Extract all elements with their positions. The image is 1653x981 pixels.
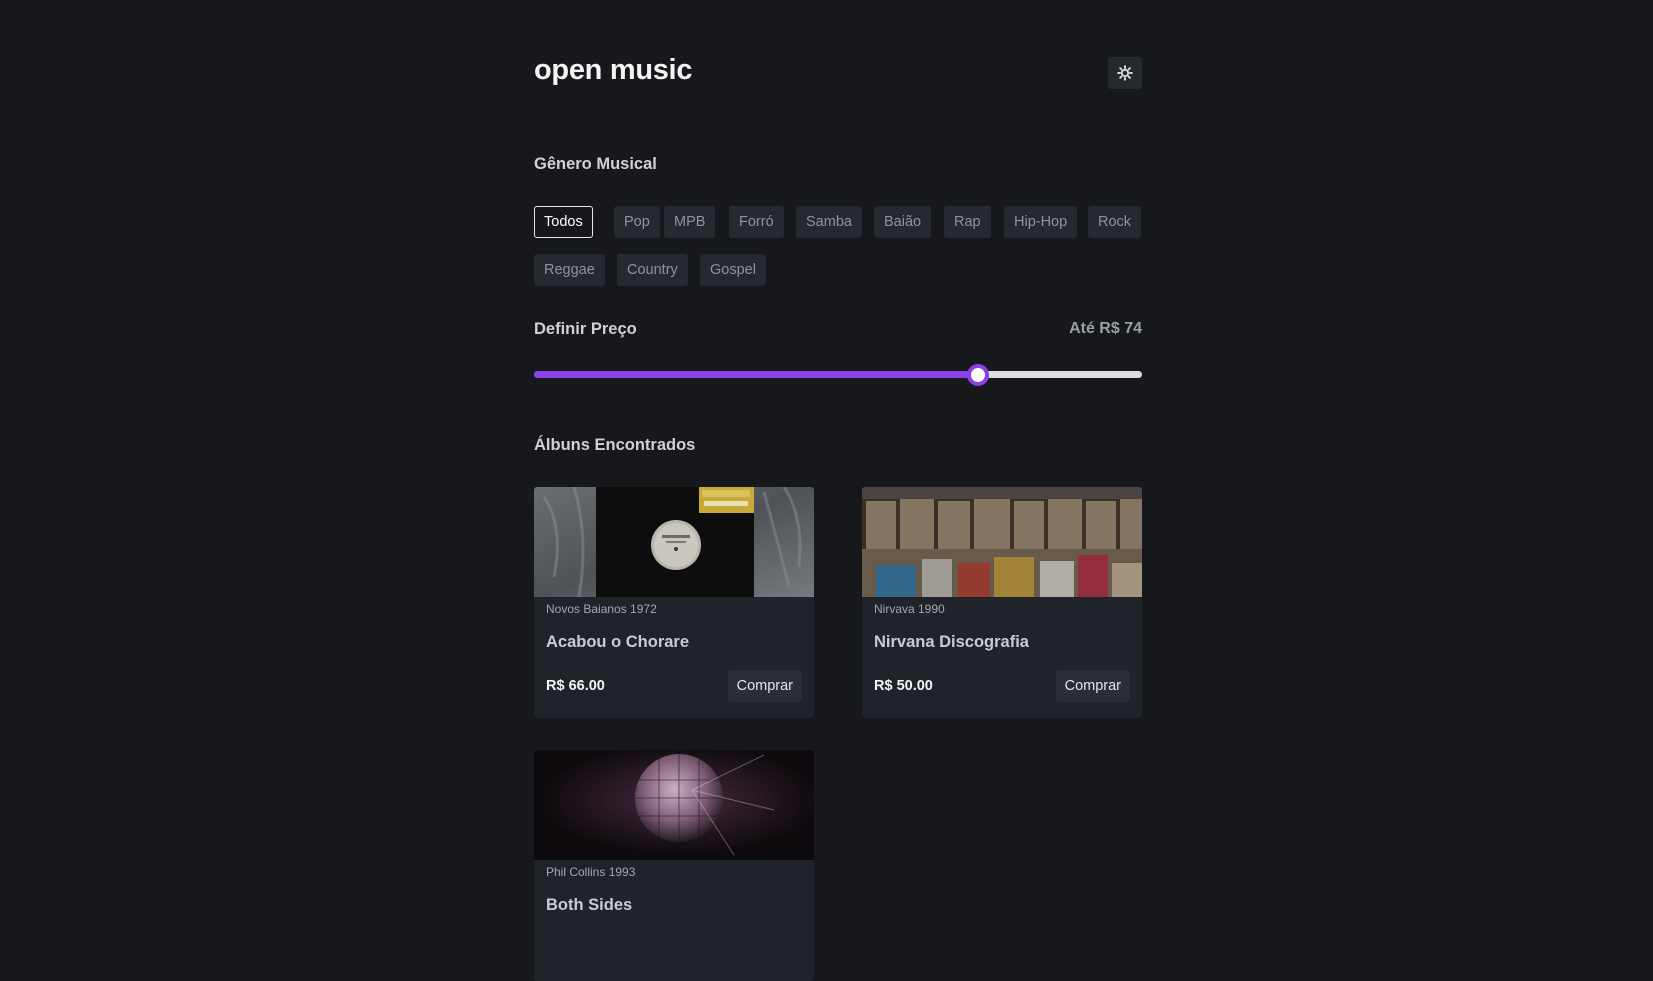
gear-icon <box>1117 65 1133 81</box>
album-title: Nirvana Discografia <box>874 633 1029 651</box>
theme-toggle-button[interactable] <box>1108 57 1142 89</box>
album-cover-image <box>534 487 814 597</box>
album-cover-image <box>862 487 1142 597</box>
genre-pop-button[interactable]: Pop <box>614 206 660 238</box>
buy-button[interactable]: Comprar <box>727 670 802 702</box>
slider-thumb[interactable] <box>967 364 989 386</box>
album-artist-year: Novos Baianos 1972 <box>546 602 657 616</box>
genre-section-title: Gênero Musical <box>534 155 657 173</box>
genre-todos-button[interactable]: Todos <box>534 206 593 238</box>
genre-reggae-button[interactable]: Reggae <box>534 254 605 286</box>
genre-hiphop-button[interactable]: Hip-Hop <box>1004 206 1078 238</box>
slider-fill <box>534 371 978 378</box>
genre-baiao-button[interactable]: Baião <box>874 206 932 238</box>
price-limit-label: Até R$ 74 <box>1069 320 1142 337</box>
price-slider[interactable] <box>534 364 1142 386</box>
albums-section-title: Álbuns Encontrados <box>534 436 696 454</box>
app-title: open music <box>534 54 693 86</box>
album-artist-year: Phil Collins 1993 <box>546 865 636 879</box>
album-card: Nirvava 1990 Nirvana Discografia R$ 50.0… <box>862 487 1142 718</box>
album-title: Acabou o Chorare <box>546 633 690 651</box>
price-section-title: Definir Preço <box>534 320 637 338</box>
album-title: Both Sides <box>546 896 633 914</box>
buy-button[interactable]: Comprar <box>1055 670 1130 702</box>
album-cover-image <box>534 750 814 860</box>
genre-gospel-button[interactable]: Gospel <box>700 254 766 286</box>
genre-forro-button[interactable]: Forró <box>729 206 784 238</box>
album-artist-year: Nirvava 1990 <box>874 602 945 616</box>
album-price: R$ 66.00 <box>546 678 605 694</box>
genre-samba-button[interactable]: Samba <box>796 206 862 238</box>
album-card: Novos Baianos 1972 Acabou o Chorare R$ 6… <box>534 487 814 718</box>
header: open music <box>534 54 1142 94</box>
genre-rock-button[interactable]: Rock <box>1088 206 1142 238</box>
album-price: R$ 50.00 <box>874 678 933 694</box>
album-card: Phil Collins 1993 Both Sides <box>534 750 814 981</box>
genre-mpb-button[interactable]: MPB <box>664 206 716 238</box>
genre-country-button[interactable]: Country <box>617 254 688 286</box>
genre-rap-button[interactable]: Rap <box>944 206 991 238</box>
